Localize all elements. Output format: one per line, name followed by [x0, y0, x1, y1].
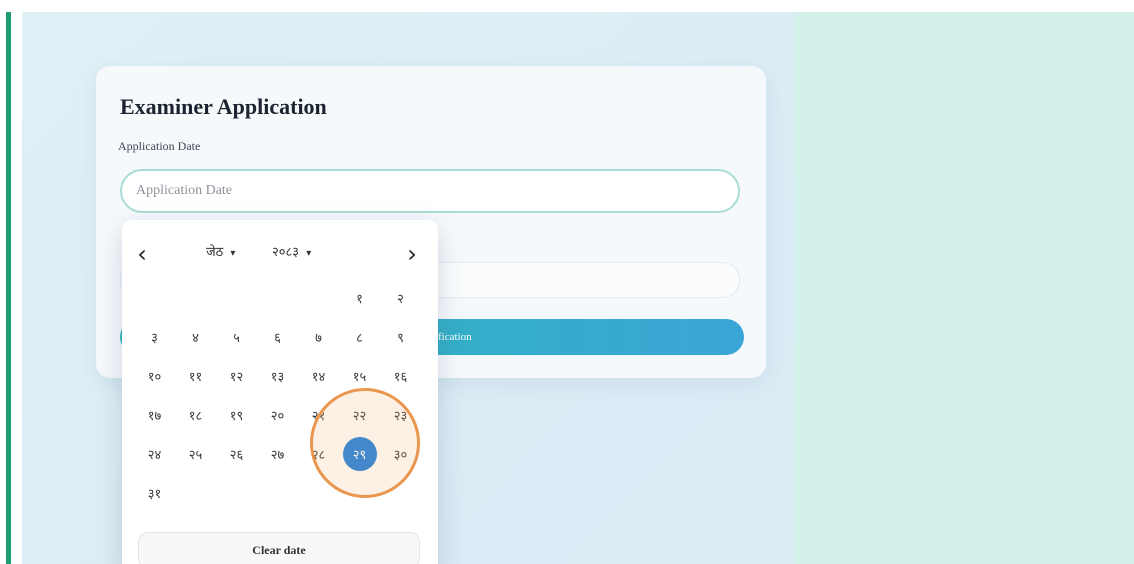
calendar-day[interactable]: २३ — [380, 395, 421, 434]
calendar-day[interactable]: ६ — [257, 317, 298, 356]
selected-day[interactable]: २९ — [339, 434, 380, 473]
calendar-day-label: १८ — [188, 408, 203, 424]
calendar-day[interactable]: ३ — [134, 317, 175, 356]
calendar-day-label: २८ — [311, 447, 326, 463]
calendar-day[interactable]: ७ — [298, 317, 339, 356]
calendar-day[interactable]: २ — [380, 278, 421, 317]
empty-day-cell — [216, 473, 257, 512]
calendar-day[interactable]: ४ — [175, 317, 216, 356]
calendar-day[interactable]: १६ — [380, 356, 421, 395]
calendar-day-label: २६ — [229, 447, 244, 463]
side-panel — [794, 12, 1134, 564]
calendar-day-label: २९ — [342, 436, 377, 471]
calendar-day-label: १३ — [270, 369, 285, 385]
calendar-day-label: ६ — [274, 330, 281, 346]
empty-day-cell — [257, 278, 298, 317]
calendar-day-label: ४ — [192, 330, 199, 346]
calendar-day[interactable]: २६ — [216, 434, 257, 473]
calendar-day-label: २७ — [270, 447, 285, 463]
calendar-day[interactable]: २१ — [298, 395, 339, 434]
month-label: जेठ — [206, 245, 224, 260]
calendar-day-label: १० — [147, 369, 162, 385]
calendar-day[interactable]: ९ — [380, 317, 421, 356]
chevron-down-icon: ▾ — [306, 248, 312, 259]
page-background: Examiner Application Application Date fi… — [22, 12, 1134, 564]
calendar-day-label: १ — [356, 291, 363, 307]
calendar-day-label: ५ — [233, 330, 240, 346]
application-date-input[interactable] — [120, 169, 740, 213]
calendar-day[interactable]: १९ — [216, 395, 257, 434]
calendar-day[interactable]: १४ — [298, 356, 339, 395]
calendar-day-label: १९ — [229, 408, 244, 424]
clear-date-button[interactable]: Clear date — [138, 532, 420, 564]
calendar-day-label: २५ — [188, 447, 203, 463]
calendar-day-label: २१ — [311, 408, 326, 424]
empty-day-cell — [134, 278, 175, 317]
chevron-down-icon: ▾ — [230, 248, 236, 259]
calendar-day[interactable]: २५ — [175, 434, 216, 473]
calendar-day[interactable]: १२ — [216, 356, 257, 395]
year-label: २०८३ — [272, 245, 300, 260]
empty-day-cell — [298, 473, 339, 512]
calendar-day[interactable]: २४ — [134, 434, 175, 473]
chevron-right-icon[interactable]: › — [402, 242, 422, 266]
left-accent-bar — [6, 12, 11, 564]
calendar-day-label: २४ — [147, 447, 162, 463]
calendar-day[interactable]: ८ — [339, 317, 380, 356]
calendar-day[interactable]: १ — [339, 278, 380, 317]
date-picker-popup: ‹ जेठ ▾ २०८३ ▾ › १ २ ३ ४ ५ ६ ७ ८ ९ १० ११ १२ १३ १४ १५ १६… — [122, 220, 438, 564]
empty-day-cell — [339, 473, 380, 512]
page-title: Examiner Application — [120, 94, 327, 119]
application-date-label: Application Date — [118, 139, 201, 153]
calendar-header: ‹ जेठ ▾ २०८३ ▾ › — [122, 220, 438, 274]
calendar-day-label: १४ — [311, 369, 326, 385]
calendar-day[interactable]: २० — [257, 395, 298, 434]
empty-day-cell — [298, 278, 339, 317]
calendar-day-label: २२ — [352, 408, 367, 424]
calendar-day[interactable]: १८ — [175, 395, 216, 434]
empty-day-cell — [216, 278, 257, 317]
calendar-day[interactable]: १० — [134, 356, 175, 395]
calendar-day-label: २३ — [393, 408, 408, 424]
calendar-day[interactable]: ११ — [175, 356, 216, 395]
empty-day-cell — [380, 473, 421, 512]
calendar-day-label: १७ — [147, 408, 162, 424]
empty-day-cell — [257, 473, 298, 512]
calendar-day[interactable]: २८ — [298, 434, 339, 473]
calendar-day-label: ३० — [393, 447, 408, 463]
calendar-day[interactable]: १५ — [339, 356, 380, 395]
chevron-left-icon[interactable]: ‹ — [132, 242, 152, 266]
year-select[interactable]: २०८३ ▾ — [272, 242, 314, 260]
calendar-day[interactable]: ३१ — [134, 473, 175, 512]
calendar-day-label: १२ — [229, 369, 244, 385]
calendar-day-label: ८ — [356, 330, 363, 346]
month-select[interactable]: जेठ ▾ — [206, 242, 238, 260]
calendar-day-label: ७ — [315, 330, 322, 346]
calendar-day[interactable]: १३ — [257, 356, 298, 395]
calendar-day-label: ३१ — [147, 486, 162, 502]
calendar-day[interactable]: ३० — [380, 434, 421, 473]
calendar-day[interactable]: २२ — [339, 395, 380, 434]
calendar-day-grid: १ २ ३ ४ ५ ६ ७ ८ ९ १० ११ १२ १३ १४ १५ १६ १७ १८ १९ २० २१ २२ २३ २४ २… — [134, 278, 424, 512]
calendar-day[interactable]: १७ — [134, 395, 175, 434]
calendar-day[interactable]: ५ — [216, 317, 257, 356]
calendar-day-label: २ — [397, 291, 404, 307]
calendar-day-label: ९ — [397, 330, 404, 346]
calendar-day-label: १६ — [393, 369, 408, 385]
calendar-day-label: ११ — [188, 369, 203, 385]
empty-day-cell — [175, 473, 216, 512]
empty-day-cell — [175, 278, 216, 317]
calendar-day-label: ३ — [151, 330, 158, 346]
calendar-day-label: १५ — [352, 369, 367, 385]
calendar-day[interactable]: २७ — [257, 434, 298, 473]
calendar-day-label: २० — [270, 408, 285, 424]
